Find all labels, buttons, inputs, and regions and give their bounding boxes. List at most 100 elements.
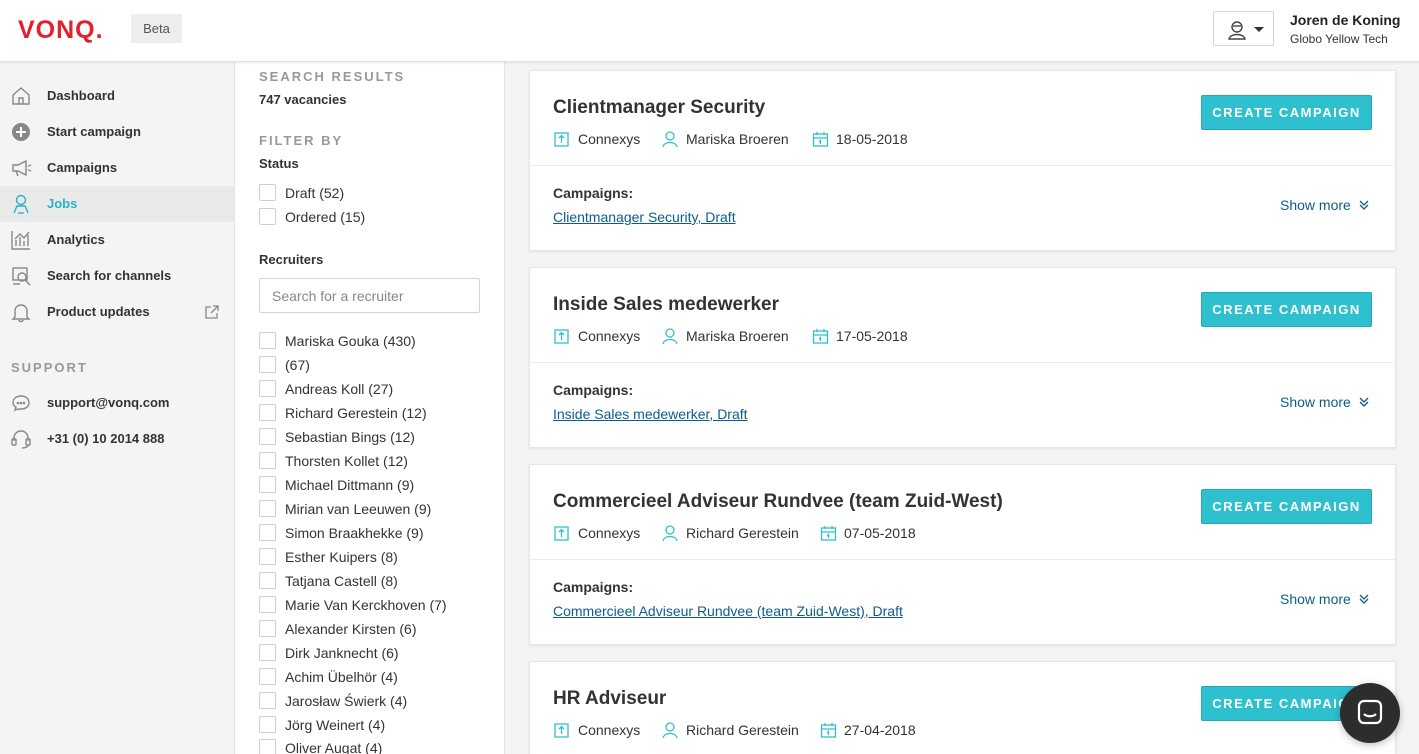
campaign-link[interactable]: Clientmanager Security, Draft (553, 209, 736, 225)
filter-by-heading: FILTER BY (259, 133, 344, 148)
checkbox[interactable] (259, 452, 276, 469)
checkbox[interactable] (259, 208, 276, 225)
user-company: Globo Yellow Tech (1290, 32, 1388, 46)
divider (530, 165, 1395, 166)
job-date: 18-05-2018 (836, 131, 908, 147)
campaign-link[interactable]: Inside Sales medewerker, Draft (553, 406, 748, 422)
support-heading: SUPPORT (11, 360, 88, 375)
checkbox[interactable] (259, 620, 276, 637)
recruiter-search-input[interactable] (259, 278, 480, 313)
job-title[interactable]: Commercieel Adviseur Rundvee (team Zuid-… (553, 491, 1003, 513)
sidebar-item-campaigns[interactable]: Campaigns (0, 150, 234, 186)
sidebar-item-label: Jobs (47, 196, 78, 211)
campaign-link[interactable]: Commercieel Adviseur Rundvee (team Zuid-… (553, 603, 903, 619)
job-date: 27-04-2018 (844, 722, 916, 738)
checkbox[interactable] (259, 668, 276, 685)
support-phone-link[interactable]: +31 (0) 10 2014 888 (0, 421, 234, 457)
sidebar-item-dashboard[interactable]: Dashboard (0, 78, 234, 114)
checkbox-label: Thorsten Kollet (12) (285, 453, 408, 469)
checkbox[interactable] (259, 739, 276, 754)
support-phone: +31 (0) 10 2014 888 (47, 431, 165, 446)
job-card: HR Adviseur Connexys Richard Gerestein 2… (529, 661, 1396, 754)
checkbox[interactable] (259, 500, 276, 517)
job-title[interactable]: Clientmanager Security (553, 97, 765, 119)
checkbox-label: Jarosław Świerk (4) (285, 693, 408, 709)
checkbox[interactable] (259, 476, 276, 493)
checkbox[interactable] (259, 332, 276, 349)
sidebar-item-analytics[interactable]: Analytics (0, 222, 234, 258)
checkbox-label: Achim Übelhör (4) (285, 669, 398, 685)
checkbox-label: Andreas Koll (27) (285, 381, 394, 397)
show-more-button[interactable]: Show more (1280, 394, 1351, 410)
checkbox-label: Esther Kuipers (8) (285, 549, 398, 565)
company-building-icon (554, 132, 569, 147)
chat-launcher-button[interactable] (1340, 683, 1400, 743)
chat-icon (12, 395, 30, 412)
sidebar-item-jobs[interactable]: Jobs (0, 186, 234, 222)
checkbox[interactable] (259, 644, 276, 661)
sidebar-item-label: Campaigns (47, 160, 118, 175)
campaigns-label: Campaigns: (553, 579, 634, 595)
checkbox[interactable] (259, 596, 276, 613)
checkbox[interactable] (259, 380, 276, 397)
support-email: support@vonq.com (47, 395, 170, 410)
checkbox[interactable] (259, 428, 276, 445)
checkbox[interactable] (259, 184, 276, 201)
job-date: 07-05-2018 (844, 525, 916, 541)
search-channels-icon (12, 267, 31, 286)
checkbox[interactable] (259, 572, 276, 589)
job-date: 17-05-2018 (836, 328, 908, 344)
sidebar-item-label: Start campaign (47, 124, 141, 139)
create-campaign-button[interactable]: CREATE CAMPAIGN (1201, 489, 1372, 524)
megaphone-icon (12, 159, 32, 177)
beta-badge: Beta (131, 14, 182, 43)
checkbox[interactable] (259, 692, 276, 709)
divider (530, 559, 1395, 560)
sidebar-item-search-for-channels[interactable]: Search for channels (0, 258, 234, 294)
status-label: Status (259, 156, 299, 171)
checkbox[interactable] (259, 524, 276, 541)
show-more-button[interactable]: Show more (1280, 591, 1351, 607)
checkbox-label: Marie Van Kerckhoven (7) (285, 597, 447, 613)
sidebar-item-product-updates[interactable]: Product updates (0, 294, 234, 330)
search-results-heading: SEARCH RESULTS (259, 69, 406, 84)
checkbox-label: Richard Gerestein (12) (285, 405, 427, 421)
create-campaign-button[interactable]: CREATE CAMPAIGN (1201, 95, 1372, 130)
external-link-icon (205, 305, 219, 319)
bar-chart-icon (11, 231, 30, 250)
recruiters-label: Recruiters (259, 252, 324, 267)
job-company: Connexys (578, 525, 641, 541)
job-title[interactable]: Inside Sales medewerker (553, 294, 779, 316)
job-title[interactable]: HR Adviseur (553, 688, 666, 710)
recruiter-person-icon (662, 328, 678, 345)
calendar-icon (820, 526, 837, 541)
user-avatar-icon (1228, 21, 1246, 40)
sidebar-item-label: Analytics (47, 232, 105, 247)
sidebar-item-label: Product updates (47, 304, 150, 319)
checkbox-label: Simon Braakhekke (9) (285, 525, 424, 541)
checkbox-label: Tatjana Castell (8) (285, 573, 398, 589)
sidebar-item-label: Search for channels (47, 268, 172, 283)
show-more-button[interactable]: Show more (1280, 197, 1351, 213)
job-company: Connexys (578, 131, 641, 147)
calendar-icon (820, 723, 837, 738)
checkbox[interactable] (259, 716, 276, 733)
user-menu-button[interactable] (1213, 11, 1274, 46)
checkbox[interactable] (259, 548, 276, 565)
checkbox[interactable] (259, 404, 276, 421)
job-company: Connexys (578, 722, 641, 738)
vonq-logo[interactable]: VONQ. (18, 16, 104, 45)
company-building-icon (554, 723, 569, 738)
filter-panel: SEARCH RESULTS 747 vacancies FILTER BY S… (235, 62, 505, 754)
checkbox[interactable] (259, 356, 276, 373)
double-chevron-down-icon (1359, 594, 1369, 604)
sidebar-item-label: Dashboard (47, 88, 115, 103)
calendar-icon (812, 132, 829, 147)
sidebar-item-start-campaign[interactable]: Start campaign (0, 114, 234, 150)
job-card: Clientmanager Security Connexys Mariska … (529, 70, 1396, 251)
support-email-link[interactable]: support@vonq.com (0, 385, 234, 421)
campaigns-label: Campaigns: (553, 382, 634, 398)
chevron-down-icon (1254, 27, 1264, 32)
create-campaign-button[interactable]: CREATE CAMPAIGN (1201, 292, 1372, 327)
double-chevron-down-icon (1359, 397, 1369, 407)
